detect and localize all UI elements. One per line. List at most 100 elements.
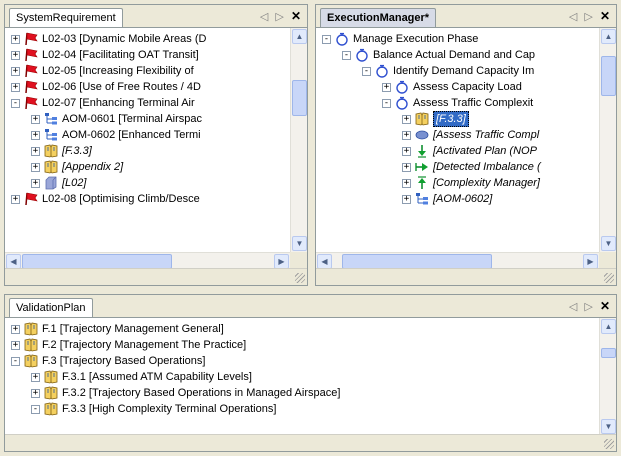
scroll-down-button[interactable]: ▼ (292, 236, 307, 251)
expand-icon[interactable]: + (11, 51, 20, 60)
tree-row[interactable]: + F.1 [Trajectory Management General] (5, 321, 599, 337)
tree-row[interactable]: + F.3.2 [Trajectory Based Operations in M… (5, 385, 599, 401)
scroll-up-button[interactable]: ▲ (292, 29, 307, 44)
tree-row[interactable]: - F.3.3 [High Complexity Terminal Operati… (5, 401, 599, 417)
collapse-icon[interactable]: - (11, 357, 20, 366)
scroll-up-button[interactable]: ▲ (601, 29, 616, 44)
tab-next-icon[interactable]: ▷ (275, 11, 285, 23)
tree-row[interactable]: + [Assess Traffic Compl (316, 127, 599, 143)
scroll-thumb[interactable] (22, 254, 172, 269)
expand-icon[interactable]: + (402, 147, 411, 156)
expand-icon[interactable]: + (31, 163, 40, 172)
tree-row[interactable]: + L02-04 [Facilitating OAT Transit] (5, 47, 290, 63)
horizontal-scrollbar[interactable]: ◀ ▶ (316, 252, 599, 269)
expand-icon[interactable]: + (402, 179, 411, 188)
tree-row[interactable]: + L02-06 [Use of Free Routes / 4D (5, 79, 290, 95)
tree-row[interactable]: + L02-05 [Increasing Flexibility of (5, 63, 290, 79)
tab-next-icon[interactable]: ▷ (584, 301, 594, 313)
tab-validation-plan[interactable]: ValidationPlan (9, 298, 93, 317)
tree-row[interactable]: + Assess Capacity Load (316, 79, 599, 95)
expand-icon[interactable]: + (11, 35, 20, 44)
scroll-up-button[interactable]: ▲ (601, 319, 616, 334)
expand-icon[interactable]: + (31, 389, 40, 398)
expand-icon[interactable]: + (382, 83, 391, 92)
tree-row[interactable]: - Balance Actual Demand and Cap (316, 47, 599, 63)
expand-icon[interactable]: + (11, 325, 20, 334)
resize-grip-icon[interactable] (604, 273, 614, 283)
tree-row[interactable]: + [L02] (5, 175, 290, 191)
expand-icon[interactable]: + (31, 179, 40, 188)
close-icon[interactable]: ✕ (600, 9, 612, 23)
scroll-left-button[interactable]: ◀ (6, 254, 21, 269)
tree-row[interactable]: - F.3 [Trajectory Based Operations] (5, 353, 599, 369)
tree-row[interactable]: + [Activated Plan (NOP (316, 143, 599, 159)
resize-grip-icon[interactable] (604, 439, 614, 449)
tab-controls: ◁ ▷ ✕ (260, 8, 303, 24)
tree-item-label: F.3.2 [Trajectory Based Operations in Ma… (62, 387, 341, 399)
collapse-icon[interactable]: - (342, 51, 351, 60)
tab-system-requirement[interactable]: SystemRequirement (9, 8, 123, 27)
scroll-left-button[interactable]: ◀ (317, 254, 332, 269)
collapse-icon[interactable]: - (362, 67, 371, 76)
tree-row[interactable]: + F.3.1 [Assumed ATM Capability Levels] (5, 369, 599, 385)
tree-row[interactable]: + L02-03 [Dynamic Mobile Areas (D (5, 31, 290, 47)
expand-icon[interactable]: + (402, 115, 411, 124)
tree-row[interactable]: + L02-08 [Optimising Climb/Desce (5, 191, 290, 207)
tree-row[interactable]: - Manage Execution Phase (316, 31, 599, 47)
collapse-icon[interactable]: - (11, 99, 20, 108)
tab-next-icon[interactable]: ▷ (584, 11, 594, 23)
red-flag-icon (24, 80, 38, 94)
expand-icon[interactable]: + (31, 373, 40, 382)
tree-item-label: [Appendix 2] (62, 161, 124, 173)
scroll-thumb[interactable] (342, 254, 492, 269)
vertical-scrollbar[interactable]: ▲ ▼ (290, 28, 307, 252)
red-flag-icon (24, 32, 38, 46)
tab-execution-manager[interactable]: ExecutionManager* (320, 8, 437, 27)
close-icon[interactable]: ✕ (291, 9, 303, 23)
scroll-thumb[interactable] (601, 56, 616, 96)
expand-icon[interactable]: + (402, 195, 411, 204)
tree-row[interactable]: - L02-07 [Enhancing Terminal Air (5, 95, 290, 111)
expand-icon[interactable]: + (11, 83, 20, 92)
tree-row[interactable]: - Identify Demand Capacity Im (316, 63, 599, 79)
tree-row[interactable]: + AOM-0602 [Enhanced Termi (5, 127, 290, 143)
expand-icon[interactable]: + (31, 131, 40, 140)
tree-item-label: L02-04 [Facilitating OAT Transit] (42, 49, 199, 61)
scroll-down-button[interactable]: ▼ (601, 236, 616, 251)
expand-icon[interactable]: + (31, 147, 40, 156)
tab-prev-icon[interactable]: ◁ (260, 11, 270, 23)
tab-prev-icon[interactable]: ◁ (569, 11, 579, 23)
tree-row[interactable]: + F.2 [Trajectory Management The Practice… (5, 337, 599, 353)
tree-row[interactable]: + [F.3.3] (5, 143, 290, 159)
close-icon[interactable]: ✕ (600, 299, 612, 313)
vertical-scrollbar[interactable]: ▲ ▼ (599, 318, 616, 435)
vertical-scrollbar[interactable]: ▲ ▼ (599, 28, 616, 252)
scroll-right-button[interactable]: ▶ (583, 254, 598, 269)
tab-prev-icon[interactable]: ◁ (569, 301, 579, 313)
collapse-icon[interactable]: - (322, 35, 331, 44)
tree-row[interactable]: + [Complexity Manager] (316, 175, 599, 191)
tree-item-label: Manage Execution Phase (353, 33, 479, 45)
collapse-icon[interactable]: - (31, 405, 40, 414)
resize-grip-icon[interactable] (295, 273, 305, 283)
tree-row[interactable]: + [Appendix 2] (5, 159, 290, 175)
expand-icon[interactable]: + (11, 67, 20, 76)
tree-row[interactable]: + [AOM-0602] (316, 191, 599, 207)
tree-row[interactable]: + AOM-0601 [Terminal Airspac (5, 111, 290, 127)
scroll-right-button[interactable]: ▶ (274, 254, 289, 269)
scroll-thumb[interactable] (292, 80, 307, 116)
collapse-icon[interactable]: - (382, 99, 391, 108)
expand-icon[interactable]: + (11, 195, 20, 204)
horizontal-scrollbar[interactable]: ◀ ▶ (5, 252, 290, 269)
scroll-down-button[interactable]: ▼ (601, 419, 616, 434)
tree-row[interactable]: - Assess Traffic Complexit (316, 95, 599, 111)
process-icon (355, 48, 369, 62)
expand-icon[interactable]: + (31, 115, 40, 124)
execution-manager-panel: ExecutionManager* ◁ ▷ ✕ - Manage Executio… (315, 4, 617, 286)
expand-icon[interactable]: + (402, 163, 411, 172)
expand-icon[interactable]: + (402, 131, 411, 140)
expand-icon[interactable]: + (11, 341, 20, 350)
tree-row[interactable]: + [Detected Imbalance ( (316, 159, 599, 175)
scroll-thumb[interactable] (601, 348, 616, 358)
tree-row[interactable]: + [F.3.3] (316, 111, 599, 127)
